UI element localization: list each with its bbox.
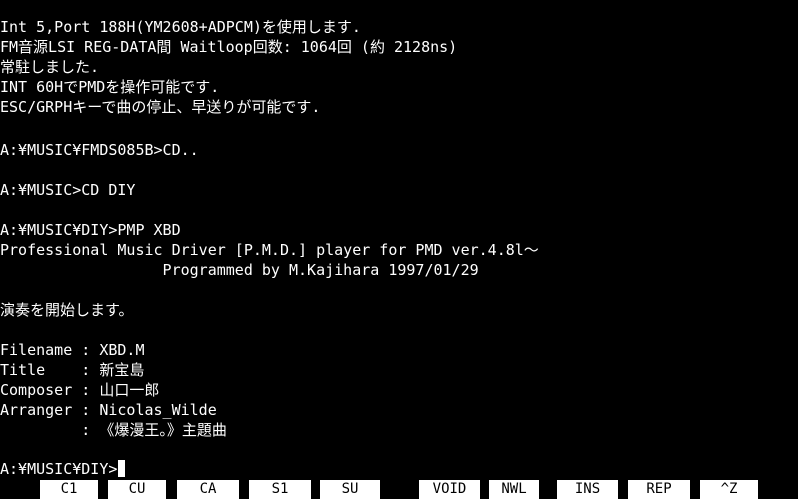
output-line-arranger: Arranger : Nicolas_Wilde: [0, 401, 217, 419]
function-key-f2[interactable]: CU: [108, 480, 166, 499]
function-key-bar: C1 CU CA S1 SU VOID NWL INS REP ^Z: [0, 480, 798, 499]
command-line-pmp: A:¥MUSIC¥DIY>PMP XBD: [0, 221, 181, 239]
output-line-resident: 常駐しました.: [0, 58, 100, 76]
command-line-cd-diy: A:¥MUSIC>CD DIY: [0, 181, 136, 199]
output-line-arranger-cont: : 《爆漫王。》主題曲: [0, 421, 227, 439]
output-line-port: Int 5,Port 188H(YM2608+ADPCM)を使用します.: [0, 18, 361, 36]
terminal-screen[interactable]: Int 5,Port 188H(YM2608+ADPCM)を使用します. FM音…: [0, 0, 798, 479]
command-line-cd-up: A:¥MUSIC¥FMDS085B>CD..: [0, 141, 199, 159]
function-key-f9[interactable]: REP: [628, 480, 690, 499]
output-line-pmd-banner: Professional Music Driver [P.M.D.] playe…: [0, 241, 539, 259]
function-key-f8[interactable]: INS: [557, 480, 618, 499]
output-line-programmed-by: Programmed by M.Kajihara 1997/01/29: [0, 261, 479, 279]
output-line-int60h: INT 60HでPMDを操作可能です.: [0, 78, 220, 96]
function-key-f4[interactable]: S1: [249, 480, 311, 499]
text-cursor: [118, 460, 126, 477]
function-key-f5[interactable]: SU: [320, 480, 380, 499]
function-key-f3[interactable]: CA: [177, 480, 239, 499]
function-key-f1[interactable]: C1: [40, 480, 98, 499]
command-prompt[interactable]: A:¥MUSIC¥DIY>: [0, 459, 126, 479]
output-line-waitloop: FM音源LSI REG-DATA間 Waitloop回数: 1064回 (約 2…: [0, 38, 458, 56]
output-line-composer: Composer : 山口一郎: [0, 381, 160, 399]
output-line-title: Title : 新宝島: [0, 361, 145, 379]
function-key-f7[interactable]: NWL: [489, 480, 539, 499]
function-key-f6[interactable]: VOID: [419, 480, 480, 499]
output-line-start-playing: 演奏を開始します。: [0, 301, 134, 319]
output-line-esc-grph: ESC/GRPHキーで曲の停止、早送りが可能です.: [0, 98, 321, 116]
function-key-f10[interactable]: ^Z: [700, 480, 758, 499]
prompt-text: A:¥MUSIC¥DIY>: [0, 460, 118, 478]
output-line-filename: Filename : XBD.M: [0, 341, 145, 359]
